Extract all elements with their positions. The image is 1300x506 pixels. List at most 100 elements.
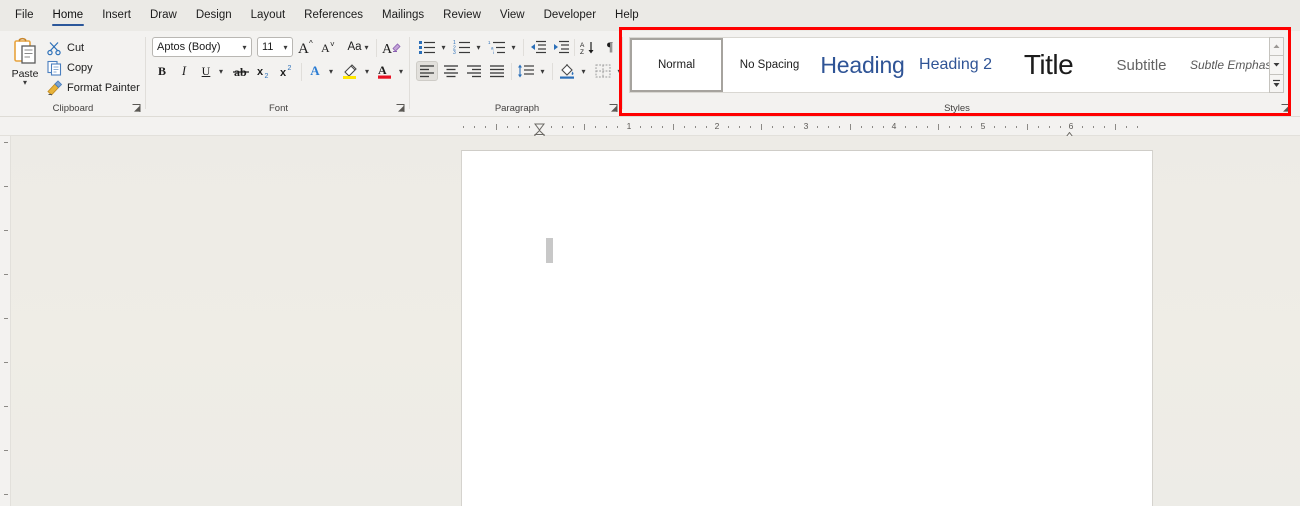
- increase-indent-button[interactable]: [550, 37, 572, 57]
- bullets-dropdown[interactable]: ▾: [437, 37, 450, 57]
- align-center-button[interactable]: [440, 61, 462, 81]
- tab-design[interactable]: Design: [187, 4, 241, 27]
- align-right-button[interactable]: [463, 61, 485, 81]
- chevron-down-icon[interactable]: ▾: [23, 79, 27, 87]
- justify-button[interactable]: [486, 61, 508, 81]
- style-item-title[interactable]: Title: [1002, 38, 1095, 92]
- tab-insert[interactable]: Insert: [93, 4, 140, 27]
- vertical-ruler[interactable]: [0, 136, 11, 506]
- strikethrough-button[interactable]: ab: [230, 61, 252, 81]
- ruler-tick: [518, 126, 519, 128]
- italic-button[interactable]: I: [174, 61, 194, 81]
- line-spacing-button[interactable]: [515, 61, 537, 81]
- numbering-dropdown[interactable]: ▾: [472, 37, 485, 57]
- style-item-heading-1[interactable]: Heading: [816, 38, 909, 92]
- ruler-tick: [684, 126, 685, 128]
- numbering-button[interactable]: 1 2 3: [451, 37, 473, 57]
- group-separator: [622, 37, 623, 109]
- underline-button[interactable]: U: [196, 61, 216, 81]
- format-painter-button[interactable]: Format Painter: [46, 78, 144, 97]
- document-page[interactable]: [461, 150, 1153, 506]
- multilevel-list-button[interactable]: 1 a i: [486, 37, 508, 57]
- ruler-tick: [640, 126, 641, 128]
- style-item-normal[interactable]: Normal: [630, 38, 723, 92]
- tab-file[interactable]: File: [6, 4, 43, 27]
- chevron-down-icon[interactable]: ▾: [238, 43, 251, 52]
- tab-developer[interactable]: Developer: [535, 4, 605, 27]
- style-item-subtitle[interactable]: Subtitle: [1095, 38, 1188, 92]
- font-family-combobox[interactable]: Aptos (Body) ▾: [152, 37, 252, 57]
- underline-dropdown[interactable]: ▾: [214, 61, 228, 81]
- font-color-button[interactable]: A: [375, 61, 395, 81]
- ruler-number: 3: [803, 121, 809, 131]
- shrink-font-button[interactable]: A ˅: [319, 37, 340, 57]
- bold-button[interactable]: B: [152, 61, 172, 81]
- text-effects-dropdown[interactable]: ▾: [324, 61, 338, 81]
- styles-scroll-down-button[interactable]: [1270, 56, 1283, 75]
- cut-button[interactable]: Cut: [46, 38, 88, 57]
- tab-draw[interactable]: Draw: [141, 4, 186, 27]
- styles-dialog-launcher[interactable]: [1280, 103, 1291, 114]
- more-styles-button[interactable]: [1270, 75, 1283, 92]
- text-highlight-dropdown[interactable]: ▾: [360, 61, 374, 81]
- paragraph-dialog-launcher[interactable]: [608, 103, 619, 114]
- sort-button[interactable]: A Z: [577, 37, 599, 57]
- ruler-tick: [772, 126, 773, 128]
- shading-button[interactable]: [556, 61, 578, 81]
- font-size-combobox[interactable]: 11 ▾: [257, 37, 293, 57]
- group-separator: [552, 63, 553, 80]
- text-effects-button[interactable]: A: [305, 61, 325, 81]
- right-indent-marker[interactable]: [1064, 127, 1075, 139]
- line-spacing-dropdown[interactable]: ▾: [536, 61, 549, 81]
- paste-button[interactable]: Paste ▾: [5, 35, 45, 97]
- ruler-tick: [4, 142, 8, 143]
- chevron-down-icon[interactable]: ▾: [279, 43, 292, 52]
- tab-view[interactable]: View: [491, 4, 534, 27]
- bold-icon: B: [157, 63, 166, 78]
- style-item-subtle-emphasis[interactable]: Subtle Emphas: [1188, 38, 1276, 92]
- clear-formatting-button[interactable]: A: [380, 37, 404, 57]
- borders-button[interactable]: [592, 61, 614, 81]
- styles-gallery-scrollbar[interactable]: [1269, 37, 1284, 93]
- font-color-dropdown[interactable]: ▾: [394, 61, 408, 81]
- tab-layout[interactable]: Layout: [242, 4, 295, 27]
- document-canvas[interactable]: [11, 136, 1300, 506]
- ruler-tick: [971, 126, 972, 128]
- shading-dropdown[interactable]: ▾: [577, 61, 590, 81]
- text-cursor: [546, 238, 553, 263]
- svg-text:Z: Z: [580, 49, 584, 55]
- tab-review[interactable]: Review: [434, 4, 490, 27]
- tab-references[interactable]: References: [295, 4, 372, 27]
- decrease-indent-button[interactable]: [527, 37, 549, 57]
- tab-home[interactable]: Home: [44, 4, 93, 27]
- ruler-tick: [1016, 126, 1017, 128]
- multilevel-list-dropdown[interactable]: ▾: [507, 37, 520, 57]
- clipboard-dialog-launcher[interactable]: [131, 103, 142, 114]
- ruler-tick: [606, 126, 607, 128]
- change-case-button[interactable]: Aa ▾: [343, 37, 373, 57]
- ruler-tick: [1060, 126, 1061, 128]
- styles-gallery[interactable]: Normal No Spacing Heading Heading 2 Titl…: [629, 37, 1277, 93]
- ruler-tick: [673, 124, 674, 130]
- hanging-indent-marker[interactable]: [533, 126, 546, 139]
- style-item-no-spacing[interactable]: No Spacing: [723, 38, 816, 92]
- subscript-button[interactable]: x 2: [254, 61, 275, 81]
- tab-mailings[interactable]: Mailings: [373, 4, 433, 27]
- style-item-heading-2[interactable]: Heading 2: [909, 38, 1002, 92]
- font-dialog-launcher[interactable]: [395, 103, 406, 114]
- horizontal-ruler[interactable]: 123456: [0, 117, 1300, 139]
- chevron-down-icon[interactable]: ▾: [365, 43, 369, 52]
- copy-button[interactable]: Copy: [46, 58, 97, 77]
- bullets-button[interactable]: [416, 37, 438, 57]
- first-line-indent-marker[interactable]: [534, 118, 545, 131]
- tab-help[interactable]: Help: [606, 4, 648, 27]
- show-formatting-marks-button[interactable]: ¶: [600, 37, 620, 57]
- align-left-button[interactable]: [416, 61, 438, 81]
- ruler-tick: [761, 124, 762, 130]
- text-highlight-color-button[interactable]: [339, 61, 361, 81]
- superscript-button[interactable]: x 2: [277, 61, 298, 81]
- svg-text:2: 2: [288, 65, 292, 72]
- align-right-icon: [467, 64, 481, 77]
- grow-font-button[interactable]: A ^: [297, 37, 318, 57]
- styles-scroll-up-button[interactable]: [1270, 38, 1283, 57]
